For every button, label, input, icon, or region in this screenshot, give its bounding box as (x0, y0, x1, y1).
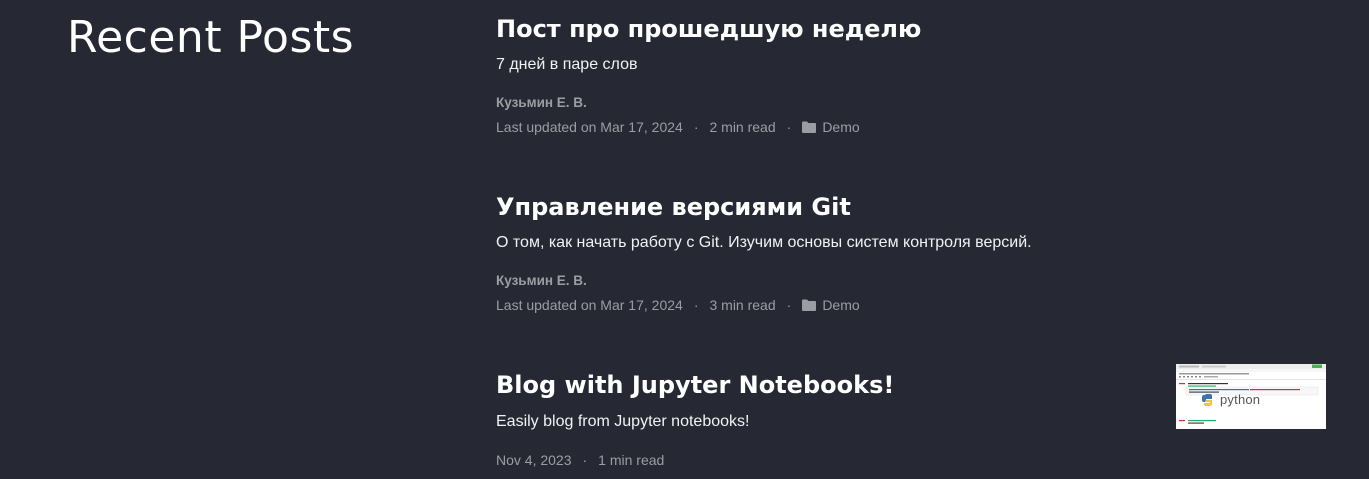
post-title[interactable]: Управление версиями Git (496, 192, 1316, 222)
post-item: Управление версиями Git О том, как начат… (496, 192, 1316, 313)
meta-separator: · (786, 119, 792, 135)
post-meta: Nov 4, 2023 · 1 min read (496, 451, 664, 469)
post-date: Last updated on Mar 17, 2024 (496, 119, 683, 135)
post-thumbnail[interactable]: python (1176, 364, 1326, 429)
post-read-time: 2 min read (709, 119, 776, 135)
section-title: Recent Posts (67, 12, 355, 63)
post-author: Кузьмин Е. В. (496, 273, 587, 288)
post-title[interactable]: Пост про прошедшую неделю (496, 14, 1316, 44)
page: Recent Posts Пост про прошедшую неделю 7… (0, 0, 1369, 479)
post-category-link[interactable]: Demo (822, 118, 859, 136)
post-read-time: 1 min read (598, 452, 665, 468)
meta-separator: · (582, 452, 588, 468)
post-category-link[interactable]: Demo (822, 296, 859, 314)
post-date: Last updated on Mar 17, 2024 (496, 297, 683, 313)
post-meta: Last updated on Mar 17, 2024 · 2 min rea… (496, 118, 860, 136)
post-description: Easily blog from Jupyter notebooks! (496, 413, 750, 430)
meta-separator: · (693, 297, 699, 313)
post-author: Кузьмин Е. В. (496, 95, 587, 110)
post-date: Nov 4, 2023 (496, 452, 572, 468)
post-description: О том, как начать работу с Git. Изучим о… (496, 234, 1032, 251)
post-description: 7 дней в паре слов (496, 56, 638, 73)
folder-icon (802, 121, 817, 133)
folder-icon (802, 299, 817, 311)
meta-separator: · (786, 297, 792, 313)
post-item: Пост про прошедшую неделю 7 дней в паре … (496, 14, 1316, 135)
thumbnail-python-text: python (1220, 392, 1261, 407)
post-read-time: 3 min read (709, 297, 776, 313)
post-meta: Last updated on Mar 17, 2024 · 3 min rea… (496, 296, 860, 314)
meta-separator: · (693, 119, 699, 135)
